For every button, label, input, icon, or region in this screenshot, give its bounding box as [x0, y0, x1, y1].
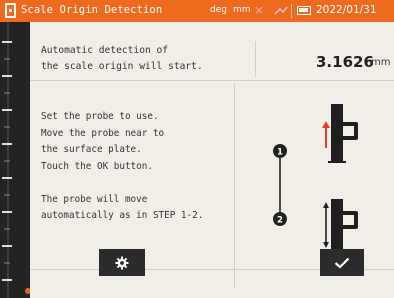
step-1-badge: 1 [273, 144, 287, 158]
app-icon [5, 3, 16, 18]
probe-step-1-icon [322, 104, 358, 163]
probe-step-2-icon [323, 199, 358, 252]
probe-step-diagram: 1 2 [273, 104, 358, 252]
content-divider [234, 83, 235, 289]
header-separator [30, 80, 394, 81]
settings-button[interactable] [99, 249, 145, 276]
checkmark-icon [334, 257, 350, 269]
scale-strip [0, 22, 31, 298]
step-1-label: 1 [277, 148, 283, 158]
ok-button[interactable] [320, 249, 364, 276]
title-bar: Scale Origin Detection deg mm ⨯ 2022/01/… [0, 0, 394, 22]
measured-unit: mm [371, 57, 391, 68]
gear-icon [115, 256, 129, 269]
instructions-text: Set the probe to use. Move the probe nea… [41, 111, 204, 221]
titlebar-divider [291, 4, 292, 18]
disconnected-icon: ⨯ [254, 3, 265, 17]
signal-icon [274, 6, 288, 15]
battery-icon [297, 6, 311, 15]
step-2-badge: 2 [273, 212, 287, 226]
step-2-label: 2 [277, 216, 283, 226]
header-divider [255, 41, 256, 77]
scale-ticks [2, 22, 12, 298]
unit-mm-indicator: mm [233, 5, 251, 15]
start-message: Automatic detection of the scale origin … [41, 45, 203, 72]
measured-value: 3.1626 [316, 53, 374, 71]
date-display: 2022/01/31 [316, 4, 377, 16]
unit-deg-indicator: deg [210, 5, 227, 15]
window-title: Scale Origin Detection [21, 4, 163, 16]
